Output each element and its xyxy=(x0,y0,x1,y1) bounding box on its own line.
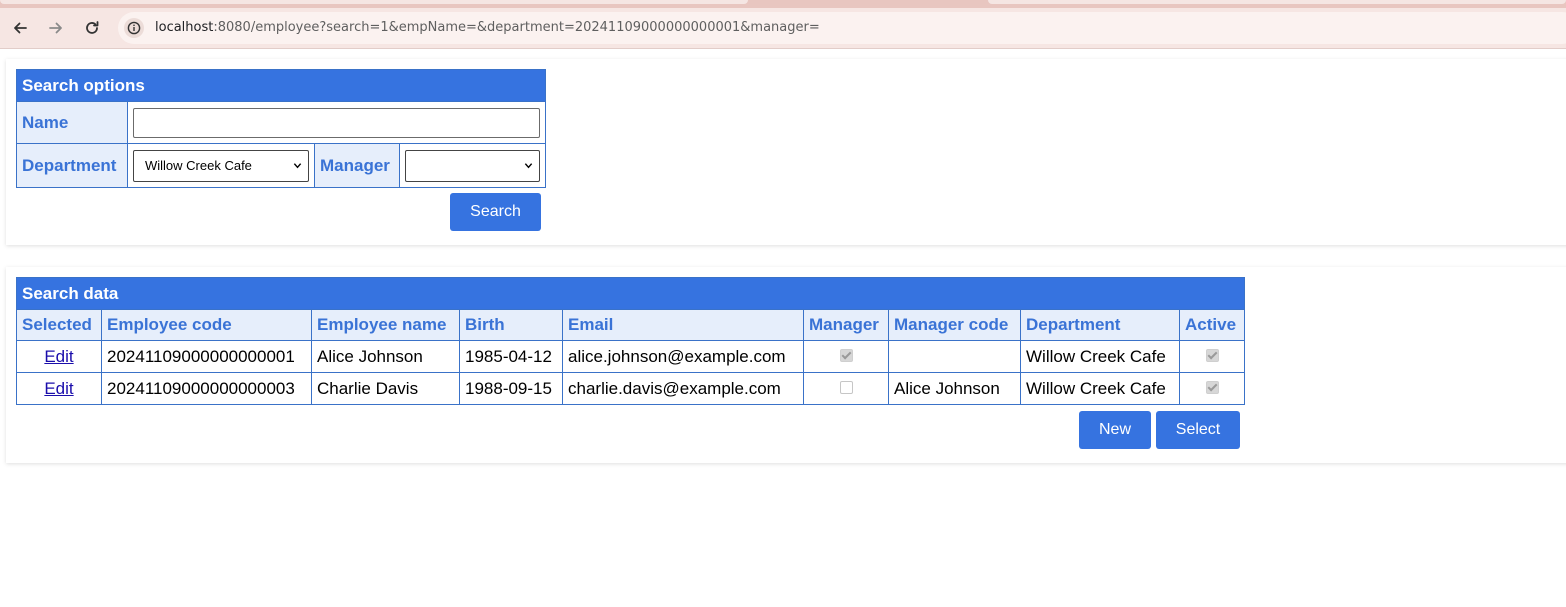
forward-button[interactable] xyxy=(42,14,70,42)
birth-cell: 1985-04-12 xyxy=(459,340,563,373)
inactive-tab-edge[interactable] xyxy=(988,0,1566,4)
reload-button[interactable] xyxy=(78,14,106,42)
manager-cell xyxy=(803,372,889,405)
manager-checkbox xyxy=(839,380,853,394)
info-icon xyxy=(127,21,141,35)
manager-select[interactable] xyxy=(405,149,540,182)
address-bar[interactable]: localhost:8080/employee?search=1&empName… xyxy=(118,12,1566,44)
manager-code-cell: Alice Johnson xyxy=(888,372,1021,405)
url-path: :8080/employee?search=1&empName=&departm… xyxy=(213,20,820,35)
edit-link[interactable]: Edit xyxy=(44,347,73,366)
selected-cell: Edit xyxy=(16,372,102,405)
selected-cell: Edit xyxy=(16,340,102,373)
arrow-right-icon xyxy=(49,22,62,34)
name-input[interactable] xyxy=(133,107,540,138)
search-data-title: Search data xyxy=(16,277,1245,310)
active-tab-edge[interactable] xyxy=(0,0,748,4)
employee-code-cell: 20241109000000000001 xyxy=(101,340,312,373)
email-cell: alice.johnson@example.com xyxy=(562,340,804,373)
table-row: Edit 20241109000000000001 Alice Johnson … xyxy=(16,340,1245,373)
browser-toolbar: localhost:8080/employee?search=1&empName… xyxy=(0,8,1566,49)
employee-name-cell: Alice Johnson xyxy=(311,340,460,373)
select-button[interactable]: Select xyxy=(1156,411,1240,449)
search-button[interactable]: Search xyxy=(450,193,541,231)
new-button[interactable]: New xyxy=(1079,411,1151,449)
column-header-email: Email xyxy=(562,309,804,341)
column-header-department: Department xyxy=(1020,309,1180,341)
manager-code-cell xyxy=(888,340,1021,373)
chevron-down-icon xyxy=(524,163,533,169)
manager-label: Manager xyxy=(314,143,400,188)
manager-checkbox xyxy=(839,348,853,362)
department-cell: Willow Creek Cafe xyxy=(1020,340,1180,373)
column-header-active: Active xyxy=(1179,309,1245,341)
column-header-employee-name: Employee name xyxy=(311,309,460,341)
search-options-table: Search options Name Department Willow Cr… xyxy=(16,69,546,188)
url-host: localhost xyxy=(155,20,214,35)
column-header-selected: Selected xyxy=(16,309,102,341)
chevron-down-icon xyxy=(293,163,302,169)
name-field-cell xyxy=(127,101,546,144)
department-cell: Willow Creek Cafe xyxy=(1020,372,1180,405)
active-cell xyxy=(1179,372,1245,405)
column-header-employee-code: Employee code xyxy=(101,309,312,341)
tab-strip xyxy=(0,0,1566,8)
reload-icon xyxy=(86,21,99,34)
search-options-card: Search options Name Department Willow Cr… xyxy=(6,59,1566,245)
search-data-table: Search data Selected Employee code Emplo… xyxy=(16,277,1245,405)
active-checkbox xyxy=(1205,348,1219,362)
manager-field-cell xyxy=(399,143,546,188)
table-row: Edit 20241109000000000003 Charlie Davis … xyxy=(16,372,1245,405)
employee-code-cell: 20241109000000000003 xyxy=(101,372,312,405)
email-cell: charlie.davis@example.com xyxy=(562,372,804,405)
department-label: Department xyxy=(16,143,128,188)
back-button[interactable] xyxy=(6,14,34,42)
employee-name-cell: Charlie Davis xyxy=(311,372,460,405)
department-field-cell: Willow Creek Cafe xyxy=(127,143,315,188)
column-header-manager-code: Manager code xyxy=(888,309,1021,341)
search-options-title: Search options xyxy=(16,69,546,102)
manager-cell xyxy=(803,340,889,373)
active-checkbox xyxy=(1205,380,1219,394)
site-info-icon[interactable] xyxy=(124,18,144,38)
department-selected-value: Willow Creek Cafe xyxy=(145,158,252,173)
arrow-left-icon xyxy=(14,22,27,34)
birth-cell: 1988-09-15 xyxy=(459,372,563,405)
active-cell xyxy=(1179,340,1245,373)
column-header-birth: Birth xyxy=(459,309,563,341)
department-select[interactable]: Willow Creek Cafe xyxy=(133,149,309,182)
edit-link[interactable]: Edit xyxy=(44,379,73,398)
page-content: Search options Name Department Willow Cr… xyxy=(0,49,1566,607)
column-header-manager: Manager xyxy=(803,309,889,341)
url-text[interactable]: localhost:8080/employee?search=1&empName… xyxy=(155,20,820,35)
search-data-card: Search data Selected Employee code Emplo… xyxy=(6,267,1566,463)
name-label: Name xyxy=(16,101,128,144)
